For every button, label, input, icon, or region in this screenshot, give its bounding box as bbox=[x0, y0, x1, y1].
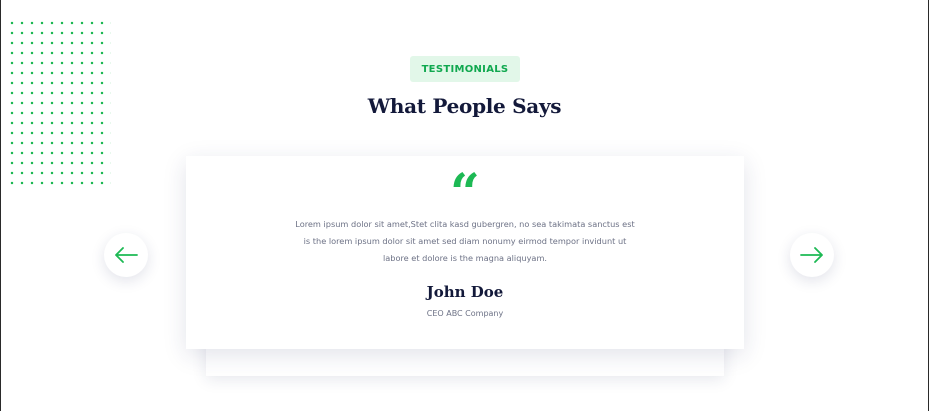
testimonial-author-name: John Doe bbox=[426, 283, 504, 301]
section-title: What People Says bbox=[367, 94, 562, 118]
arrow-right-icon bbox=[800, 247, 823, 263]
next-testimonial-button[interactable] bbox=[790, 233, 834, 277]
testimonial-text: Lorem ipsum dolor sit amet,Stet clita ka… bbox=[295, 219, 635, 263]
frame-border-left bbox=[0, 0, 1, 411]
testimonial-author-role: CEO ABC Company bbox=[426, 309, 504, 318]
testimonial-card: “ Lorem ipsum dolor sit amet,Stet clita … bbox=[186, 156, 744, 349]
previous-testimonial-button[interactable] bbox=[104, 233, 148, 277]
section-badge: TESTIMONIALS bbox=[410, 56, 520, 82]
arrow-left-icon bbox=[115, 247, 138, 263]
quote-icon: “ bbox=[450, 163, 480, 224]
